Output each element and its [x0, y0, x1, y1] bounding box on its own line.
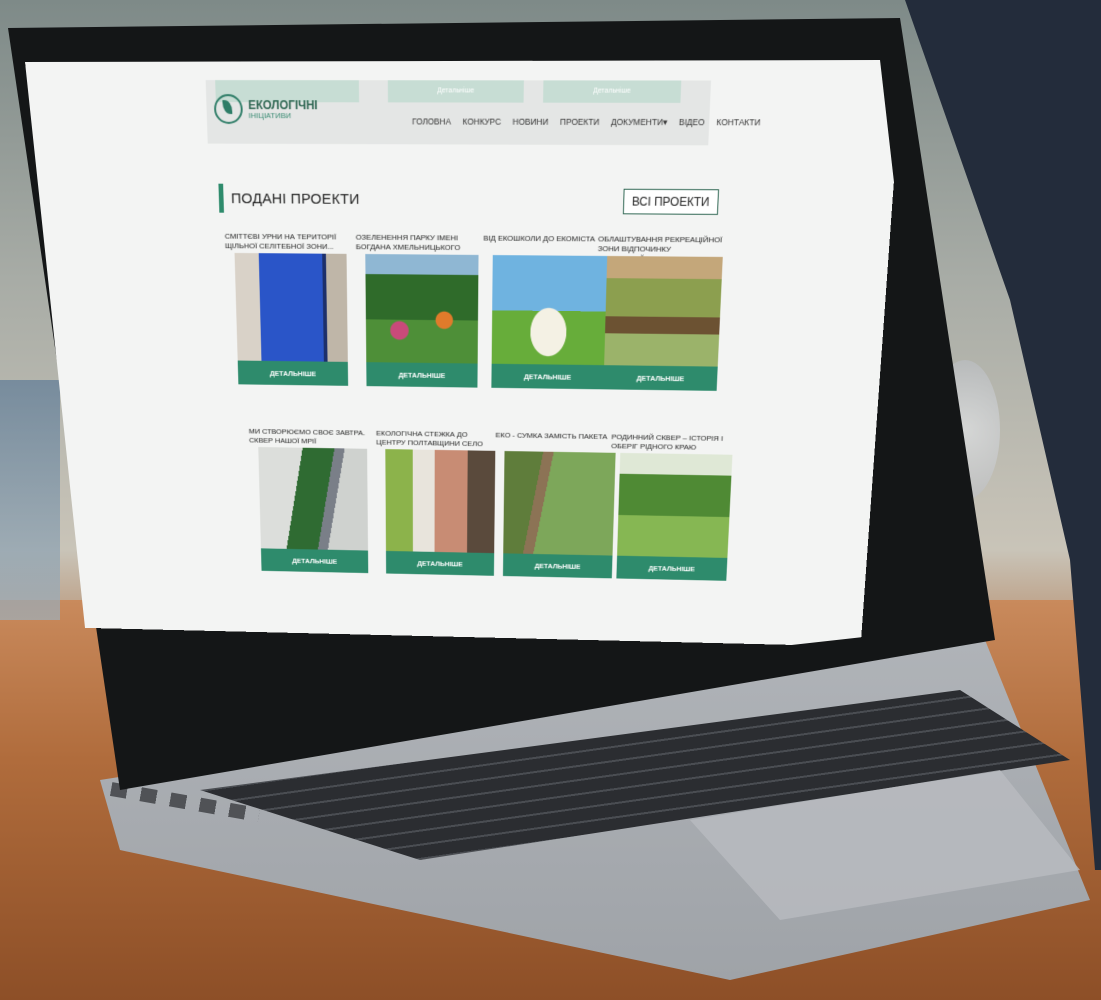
logo-subtitle: ІНІЦІАТИВИ [248, 110, 292, 120]
details-button[interactable]: ДЕТАЛЬНІШЕ [491, 363, 605, 390]
project-card[interactable]: ОБЛАШТУВАННЯ РЕКРЕАЦІЙНОЇ ЗОНИ ВІДПОЧИНК… [594, 235, 724, 391]
project-title: ОЗЕЛЕНЕННЯ ПАРКУ ІМЕНІ БОГДАНА ХМЕЛЬНИЦЬ… [355, 232, 461, 252]
project-title: МИ СТВОРЮЄМО СВОЄ ЗАВТРА. СКВЕР НАШОЇ МР… [248, 427, 366, 446]
details-button[interactable]: ДЕТАЛЬНІШЕ [260, 548, 369, 574]
blue-bin-photo [234, 252, 348, 362]
main-nav: ГОЛОВНА КОНКУРС НОВИНИ ПРОЕКТИ ДОКУМЕНТИ… [412, 116, 761, 128]
nav-item-contacts[interactable]: КОНТАКТИ [716, 117, 760, 128]
project-title: ВІД ЕКОШКОЛИ ДО ЕКОМІСТА [483, 233, 596, 244]
project-title: ЕКОЛОГІЧНА СТЕЖКА ДО ЦЕНТРУ ПОЛТАВЩИНИ С… [376, 429, 483, 451]
nav-item-projects[interactable]: ПРОЕКТИ [560, 117, 599, 128]
details-button[interactable]: ДЕТАЛЬНІШЕ [603, 365, 718, 391]
project-title: СМІТТЄВІ УРНИ НА ТЕРИТОРІЇ ЩІЛЬНОЇ СЕЛІТ… [224, 231, 337, 251]
details-button[interactable]: ДЕТАЛЬНІШЕ [616, 555, 728, 581]
nav-item-documents[interactable]: ДОКУМЕНТИ▾ [611, 117, 667, 128]
details-button[interactable]: ДЕТАЛЬНІШЕ [502, 553, 613, 579]
section-title: ПОДАНІ ПРОЕКТИ [230, 190, 360, 208]
site-header: Детальніше Детальніше ЕКОЛОГІЧНІ ІНІЦІАТ… [205, 80, 761, 146]
woman-map-photo [385, 449, 496, 554]
project-card[interactable]: ЕКОЛОГІЧНА СТЕЖКА ДО ЦЕНТРУ ПОЛТАВЩИНИ С… [376, 429, 496, 576]
project-card[interactable]: МИ СТВОРЮЄМО СВОЄ ЗАВТРА. СКВЕР НАШОЇ МР… [248, 427, 369, 574]
picnic-table-photo [604, 255, 723, 367]
details-button[interactable]: ДЕТАЛЬНІШЕ [385, 550, 495, 576]
meadow-photo [617, 452, 733, 558]
project-title: ОБЛАШТУВАННЯ РЕКРЕАЦІЙНОЇ ЗОНИ ВІДПОЧИНК… [597, 234, 723, 257]
project-card[interactable]: ЕКО - СУМКА ЗАМІСТЬ ПАКЕТА ДЕТАЛЬНІШЕ [494, 430, 616, 579]
square-render-photo [258, 447, 369, 551]
nav-item-home[interactable]: ГОЛОВНА [412, 116, 451, 127]
section-heading: ПОДАНІ ПРОЕКТИ [218, 183, 360, 214]
project-card[interactable]: ОЗЕЛЕНЕННЯ ПАРКУ ІМЕНІ БОГДАНА ХМЕЛЬНИЦЬ… [356, 233, 479, 388]
details-button[interactable]: ДЕТАЛЬНІШЕ [237, 360, 349, 386]
details-button[interactable]: ДЕТАЛЬНІШЕ [366, 362, 478, 388]
project-title: ЕКО - СУМКА ЗАМІСТЬ ПАКЕТА [495, 430, 608, 441]
project-card[interactable]: РОДИННИЙ СКВЕР – ІСТОРІЯ І ОБЕРІГ РІДНОГ… [607, 433, 733, 581]
website-page: Детальніше Детальніше ЕКОЛОГІЧНІ ІНІЦІАТ… [25, 60, 903, 647]
nav-item-news[interactable]: НОВИНИ [513, 117, 549, 128]
all-projects-button[interactable]: ВСІ ПРОЕКТИ [622, 188, 719, 215]
section-accent-bar [218, 183, 225, 213]
nav-item-video[interactable]: ВІДЕО [679, 117, 705, 128]
logo-title: ЕКОЛОГІЧНІ [248, 97, 318, 112]
project-card[interactable]: СМІТТЄВІ УРНИ НА ТЕРИТОРІЇ ЩІЛЬНОЇ СЕЛІТ… [225, 232, 349, 386]
bird-leaf-icon [213, 94, 244, 124]
park-garden-photo [365, 254, 479, 364]
open-book-photo [491, 255, 608, 366]
site-logo[interactable]: ЕКОЛОГІЧНІ ІНІЦІАТИВИ [213, 94, 318, 124]
background-window [0, 380, 60, 620]
header-tab[interactable]: Детальніше [387, 80, 524, 103]
forest-photo [503, 451, 616, 556]
nav-item-contest[interactable]: КОНКУРС [462, 117, 502, 128]
project-title: РОДИННИЙ СКВЕР – ІСТОРІЯ І ОБЕРІГ РІДНОГ… [611, 432, 724, 452]
header-tab[interactable]: Детальніше [543, 80, 682, 103]
project-card[interactable]: ВІД ЕКОШКОЛИ ДО ЕКОМІСТА ДЕТАЛЬНІШЕ [482, 234, 608, 390]
